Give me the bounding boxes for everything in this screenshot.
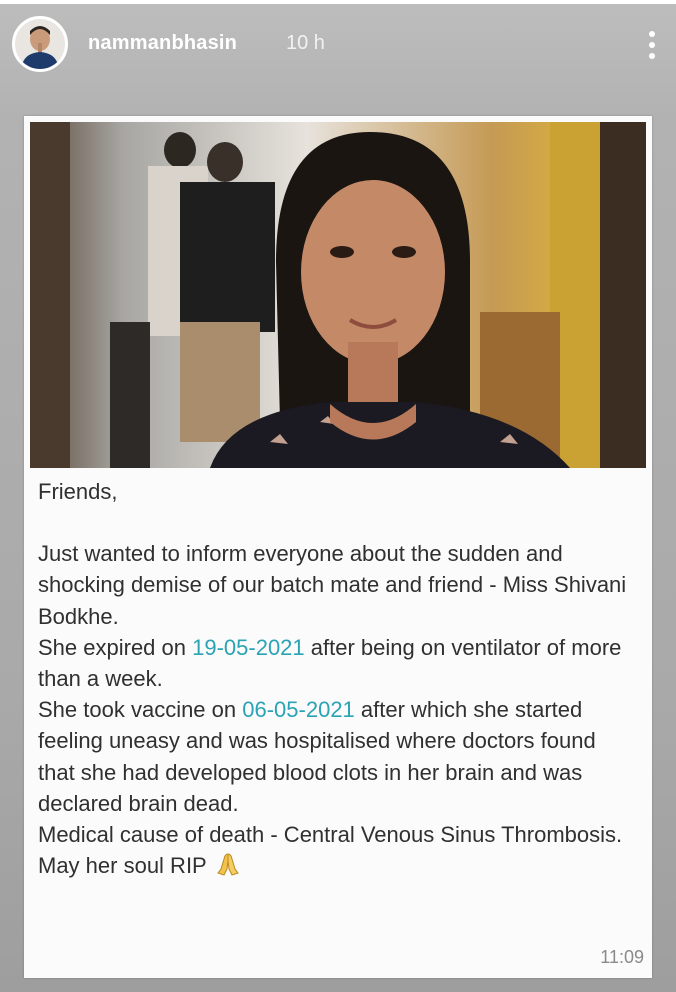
message-greeting: Friends, bbox=[38, 479, 118, 504]
message-line: She took vaccine on 06-05-2021 after whi… bbox=[38, 694, 638, 819]
date-link[interactable]: 06-05-2021 bbox=[242, 697, 355, 722]
message-closing: May her soul RIP bbox=[38, 853, 207, 879]
story-progress-fill bbox=[0, 0, 676, 4]
shared-message-card: Friends, Just wanted to inform everyone … bbox=[24, 116, 652, 978]
folded-hands-icon bbox=[215, 851, 241, 877]
portrait-photo bbox=[30, 122, 646, 468]
story-header: nammanbhasin 10 h bbox=[0, 14, 676, 74]
message-line: Medical cause of death - Central Venous … bbox=[38, 822, 623, 848]
message-line: Just wanted to inform everyone about the… bbox=[38, 541, 627, 629]
message-timestamp: 11:09 bbox=[600, 947, 644, 967]
profile-avatar-icon[interactable] bbox=[12, 16, 68, 72]
story-progress-bar bbox=[0, 0, 676, 4]
story-username[interactable]: nammanbhasin bbox=[88, 32, 237, 55]
message-text: Friends, Just wanted to inform everyone … bbox=[38, 476, 638, 881]
story-time-ago: 10 h bbox=[286, 32, 325, 54]
message-fragment: She expired on bbox=[38, 634, 193, 660]
date-link[interactable]: 19-05-2021 bbox=[192, 635, 305, 660]
message-closing-line: May her soul RIP bbox=[38, 850, 638, 881]
more-vertical-icon[interactable] bbox=[642, 28, 662, 64]
message-fragment: She took vaccine on bbox=[38, 697, 243, 723]
message-line: She expired on 19-05-2021 after being on… bbox=[38, 632, 638, 694]
